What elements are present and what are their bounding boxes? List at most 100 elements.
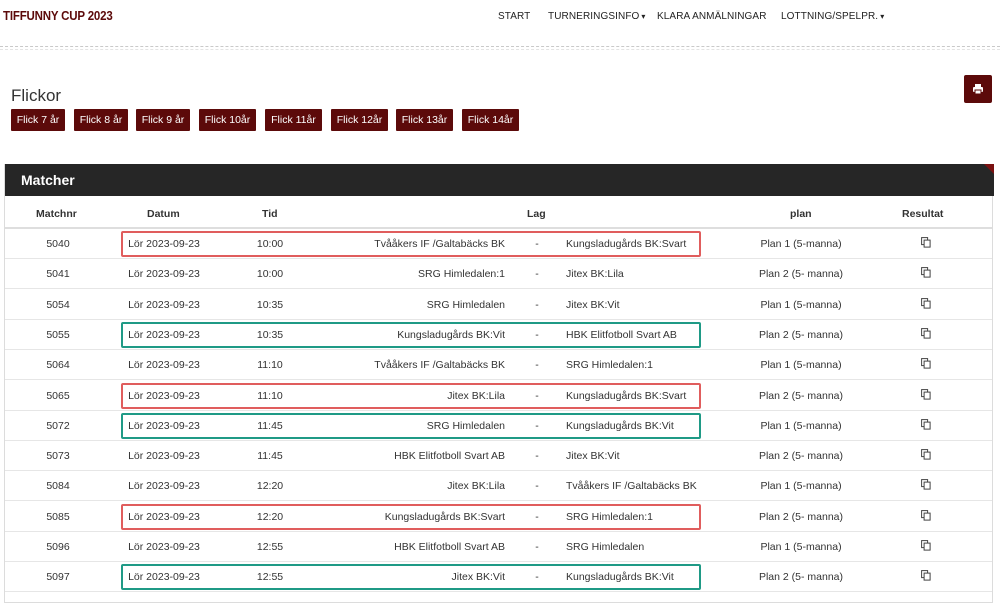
copy-icon bbox=[921, 509, 931, 521]
table-row[interactable]: 5072 Lör 2023-09-23 11:45 SRG Himledalen - Ku… bbox=[5, 411, 992, 441]
filter-flick-9[interactable]: Flick 9 år bbox=[136, 109, 190, 131]
table-row[interactable]: 5065 Lör 2023-09-23 11:10 Jitex BK:Lila - Kun… bbox=[5, 381, 992, 411]
chevron-down-icon: ▾ bbox=[641, 12, 646, 21]
team-separator: - bbox=[535, 238, 539, 250]
home-team[interactable]: Jitex BK:Lila bbox=[305, 480, 505, 492]
table-row[interactable]: 5096 Lör 2023-09-23 12:55 HBK Elitfotboll S… bbox=[5, 532, 992, 562]
home-team[interactable]: Tvååkers IF /Galtabäcks BK bbox=[305, 238, 505, 250]
table-row[interactable]: 5097 Lör 2023-09-23 12:55 Jitex BK:Vit - Kung… bbox=[5, 562, 992, 593]
filter-flick-8[interactable]: Flick 8 år bbox=[74, 109, 128, 131]
match-date: Lör 2023-09-23 bbox=[128, 419, 200, 432]
match-number: 5096 bbox=[46, 541, 70, 553]
match-date: Lör 2023-09-23 bbox=[128, 541, 200, 553]
match-number: 5084 bbox=[46, 480, 70, 493]
home-team[interactable]: Kungsladugårds BK:Vit bbox=[305, 329, 505, 341]
home-team[interactable]: SRG Himledalen bbox=[305, 299, 505, 311]
copy-icon bbox=[921, 479, 931, 490]
result-button[interactable] bbox=[913, 388, 939, 403]
print-button[interactable] bbox=[964, 75, 992, 103]
col-header-plan[interactable]: plan bbox=[790, 208, 812, 220]
match-time: 11:10 bbox=[257, 389, 283, 402]
table-row[interactable]: 5040 Lör 2023-09-23 10:00 Tvååkers IF /Galt… bbox=[5, 229, 992, 259]
match-date: Lör 2023-09-23 bbox=[128, 359, 200, 372]
table-row[interactable]: 5073 Lör 2023-09-23 11:45 HBK Elitfotboll S… bbox=[5, 441, 992, 472]
filter-flick-14[interactable]: Flick 14år bbox=[462, 109, 519, 131]
result-button[interactable] bbox=[913, 297, 939, 312]
home-team[interactable]: Jitex BK:Vit bbox=[305, 571, 506, 583]
result-button[interactable] bbox=[913, 540, 939, 554]
match-number: 5054 bbox=[46, 298, 70, 311]
table-row[interactable]: 5055 Lör 2023-09-23 10:35 Kungsladugårds BK… bbox=[5, 320, 992, 350]
match-number: 5065 bbox=[46, 389, 70, 402]
match-time: 10:35 bbox=[256, 328, 284, 341]
match-number: 5072 bbox=[46, 419, 70, 432]
filter-flick-13[interactable]: Flick 13år bbox=[396, 109, 453, 131]
header-divider-2 bbox=[0, 49, 1000, 50]
table-row[interactable]: 5084 Lör 2023-09-23 12:20 Jitex BK:Lila - Två… bbox=[5, 471, 992, 502]
panel-title: Matcher bbox=[21, 172, 75, 188]
col-header-tid[interactable]: Tid bbox=[262, 208, 278, 220]
copy-icon bbox=[921, 297, 931, 309]
result-button[interactable] bbox=[913, 267, 939, 281]
home-team[interactable]: Kungsladugårds BK:Svart bbox=[305, 511, 505, 523]
team-separator: - bbox=[535, 480, 539, 493]
nav-item-turneringsinfo[interactable]: TURNERINGSINFO ▾ bbox=[548, 11, 646, 22]
match-date: Lör 2023-09-23 bbox=[128, 571, 200, 584]
team-separator: - bbox=[535, 389, 539, 402]
filter-flick-10[interactable]: Flick 10år bbox=[199, 109, 256, 131]
match-date: Lör 2023-09-23 bbox=[128, 510, 200, 523]
panel-header: Matcher bbox=[5, 164, 994, 196]
col-header-datum[interactable]: Datum bbox=[147, 208, 180, 220]
match-number: 5041 bbox=[46, 268, 70, 281]
home-team[interactable]: Tvååkers IF /Galtabäcks BK bbox=[305, 359, 505, 371]
result-button[interactable] bbox=[913, 327, 939, 342]
match-time: 12:55 bbox=[256, 571, 284, 584]
home-team[interactable]: HBK Elitfotboll Svart AB bbox=[305, 450, 505, 462]
table-row[interactable]: 5054 Lör 2023-09-23 10:35 SRG Himledalen - Ji… bbox=[5, 290, 992, 320]
result-button[interactable] bbox=[913, 449, 939, 463]
filter-flick-7[interactable]: Flick 7 år bbox=[11, 109, 65, 131]
result-button[interactable] bbox=[913, 570, 939, 584]
table-row[interactable]: 5085 Lör 2023-09-23 12:20 Kungsladugårds BK… bbox=[5, 502, 992, 532]
team-separator: - bbox=[535, 450, 539, 463]
home-team[interactable]: Jitex BK:Lila bbox=[305, 390, 505, 402]
team-separator: - bbox=[535, 359, 539, 372]
nav-item-lottning[interactable]: LOTTNING/SPELPR. ▾ bbox=[781, 11, 884, 22]
copy-icon bbox=[921, 327, 931, 339]
match-field: Plan 1 (5-manna) bbox=[760, 359, 842, 372]
copy-icon bbox=[921, 540, 931, 551]
result-button[interactable] bbox=[913, 479, 939, 493]
col-header-resultat[interactable]: Resultat bbox=[902, 208, 943, 220]
result-button[interactable] bbox=[913, 237, 939, 251]
corner-accent bbox=[984, 164, 994, 174]
team-separator: - bbox=[535, 541, 539, 553]
home-team[interactable]: SRG Himledalen:1 bbox=[305, 268, 505, 280]
page-title: Flickor bbox=[11, 86, 62, 105]
filter-flick-11[interactable]: Flick 11år bbox=[265, 109, 322, 131]
result-button[interactable] bbox=[913, 358, 939, 372]
filter-flick-12[interactable]: Flick 12år bbox=[331, 109, 388, 131]
col-header-lag[interactable]: Lag bbox=[527, 208, 546, 220]
team-separator: - bbox=[535, 268, 539, 281]
nav-item-klara-anmalningar[interactable]: KLARA ANMÄLNINGAR bbox=[657, 11, 767, 22]
match-field: Plan 1 (5-manna) bbox=[760, 238, 842, 250]
nav-item-start[interactable]: START bbox=[498, 11, 530, 22]
home-team[interactable]: SRG Himledalen bbox=[305, 420, 505, 432]
result-button[interactable] bbox=[913, 418, 939, 433]
match-field: Plan 1 (5-manna) bbox=[760, 298, 842, 311]
main-nav: START TURNERINGSINFO ▾ KLARA ANMÄLNINGAR … bbox=[0, 11, 1000, 25]
copy-icon bbox=[921, 418, 931, 430]
header-divider bbox=[0, 46, 1000, 47]
match-field: Plan 2 (5- manna) bbox=[758, 510, 844, 523]
home-team[interactable]: HBK Elitfotboll Svart AB bbox=[305, 541, 505, 553]
copy-icon bbox=[921, 570, 931, 581]
table-row[interactable]: 5064 Lör 2023-09-23 11:10 Tvååkers IF /Galt… bbox=[5, 350, 992, 381]
copy-icon bbox=[921, 237, 931, 248]
table-row[interactable]: 5041 Lör 2023-09-23 10:00 SRG Himledalen:1 -… bbox=[5, 259, 992, 290]
copy-icon bbox=[921, 388, 931, 400]
match-number: 5097 bbox=[46, 571, 70, 584]
result-button[interactable] bbox=[913, 509, 939, 524]
col-header-matchnr[interactable]: Matchnr bbox=[36, 208, 77, 220]
match-time: 12:55 bbox=[256, 541, 284, 553]
match-field: Plan 2 (5- manna) bbox=[758, 268, 844, 281]
